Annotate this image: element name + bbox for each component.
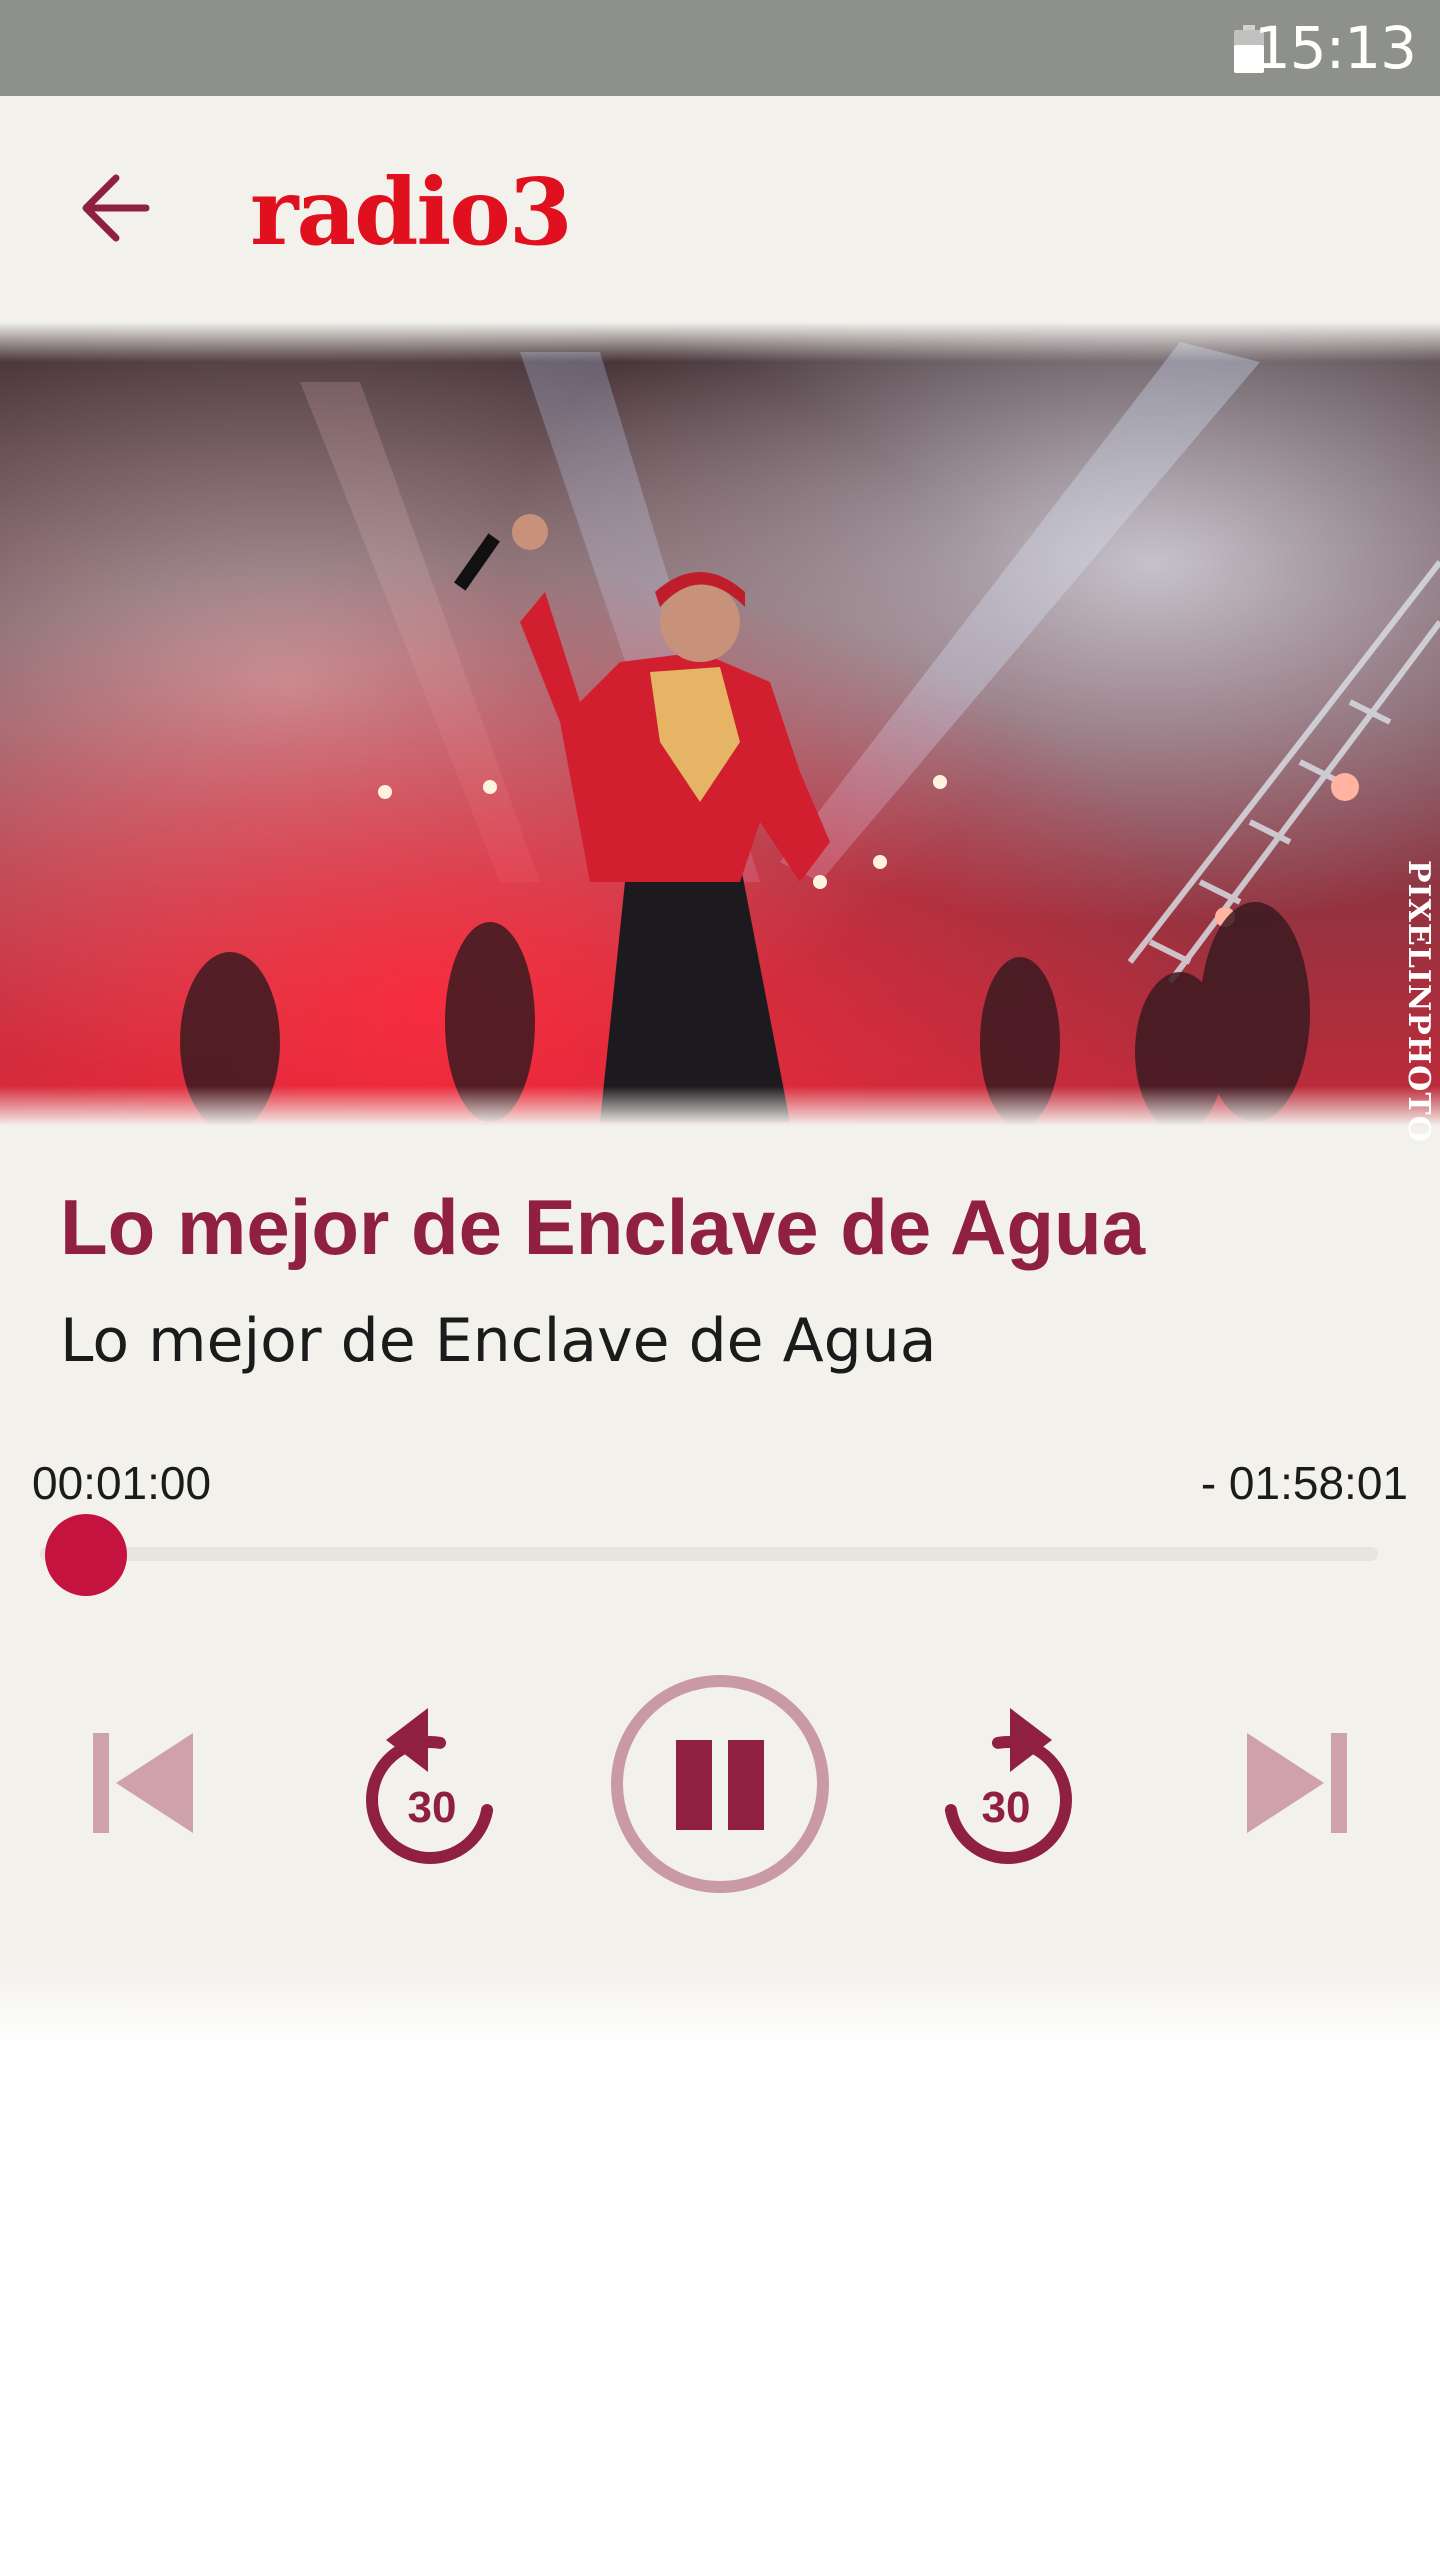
program-name: Lo mejor de Enclave de Agua [60,1306,937,1376]
remaining-time: - 01:58:01 [1200,1457,1408,1509]
episode-image [0,322,1440,1126]
bottom-fade [0,1960,1440,2050]
skip-next-button[interactable] [1242,1728,1352,1838]
status-time: 15:13 [1253,14,1417,82]
radio3-logo: radio3 [250,158,573,266]
skip-previous-button[interactable] [88,1728,198,1838]
seek-thumb[interactable] [44,1514,127,1596]
forward-label: 30 [982,1783,1031,1832]
rewind-30-button[interactable]: 30 [360,1700,500,1870]
status-bar: 15:13 [0,0,1440,96]
forward-30-button[interactable]: 30 [938,1700,1078,1870]
arrow-left-icon [82,174,150,242]
seek-bar[interactable] [40,1547,1378,1561]
pause-button[interactable] [608,1672,832,1896]
skip-previous-icon [93,1733,193,1833]
rewind-30-icon: 30 [366,1708,494,1864]
rewind-label: 30 [408,1783,457,1832]
elapsed-time: 00:01:00 [32,1457,212,1509]
skip-next-icon [1247,1733,1347,1833]
back-button[interactable] [60,146,170,270]
toolbar [0,96,1440,320]
pause-icon [611,1675,829,1893]
episode-title: Lo mejor de Enclave de Agua [60,1183,1146,1271]
forward-30-icon: 30 [944,1708,1072,1864]
photo-credit: PIXELINPHOTO [1401,860,1436,1143]
concert-photo [0,322,1440,1126]
